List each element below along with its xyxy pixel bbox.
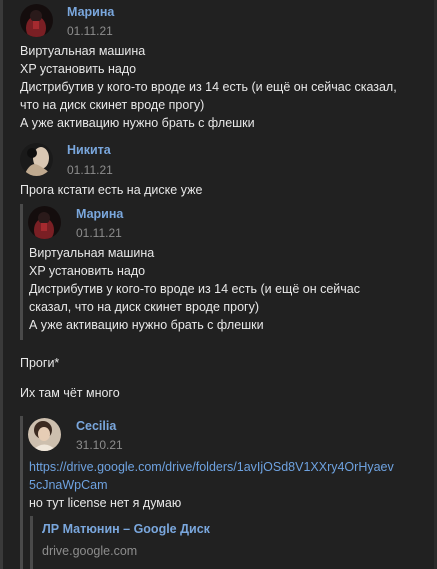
drive-link-continuation[interactable]: 5cJnaWpCam (29, 476, 108, 494)
quote-author-name[interactable]: Марина (76, 207, 123, 221)
avatar-marina-quote[interactable] (28, 206, 61, 239)
author-name[interactable]: Никита (67, 143, 111, 157)
quote-line: XP установить надо (29, 264, 146, 278)
link-preview-title[interactable]: ЛР Матюнин – Google Диск (42, 522, 210, 536)
message-text: Их там чёт много (20, 386, 120, 400)
quote-author-name[interactable]: Cecilia (76, 419, 116, 433)
quote-line: сказал, что на диск скинет вроде прогу) (29, 300, 260, 314)
message-date: 01.11.21 (67, 24, 113, 38)
message-text: Проги* (20, 356, 60, 370)
avatar-nikita[interactable] (20, 143, 53, 176)
quote-bar (20, 204, 23, 340)
message-line: Дистрибутив у кого-то вроде из 14 есть (… (20, 80, 397, 94)
quote-line: Виртуальная машина (29, 246, 155, 260)
link-preview-bar (30, 516, 33, 569)
drive-link[interactable]: https://drive.google.com/drive/folders/1… (29, 458, 394, 476)
message-line: что на диск скинет вроде прогу) (20, 98, 205, 112)
avatar-cecilia[interactable] (28, 418, 61, 451)
link-preview-domain: drive.google.com (42, 544, 138, 558)
thread-left-bar (0, 0, 3, 569)
quote-line: Дистрибутив у кого-то вроде из 14 есть (… (29, 282, 360, 296)
quote-text: но тут license нет я думаю (29, 496, 182, 510)
message-line: XP установить надо (20, 62, 137, 76)
quote-bar (20, 416, 23, 569)
author-name[interactable]: Марина (67, 5, 114, 19)
message-line: А уже активацию нужно брать с флешки (20, 116, 255, 130)
message-date: 01.11.21 (67, 163, 113, 177)
quote-date: 01.11.21 (76, 226, 122, 240)
message-text: Прога кстати есть на диске уже (20, 183, 203, 197)
message-line: Виртуальная машина (20, 44, 146, 58)
quote-date: 31.10.21 (76, 438, 123, 452)
quote-line: А уже активацию нужно брать с флешки (29, 318, 264, 332)
avatar-marina[interactable] (20, 4, 53, 37)
